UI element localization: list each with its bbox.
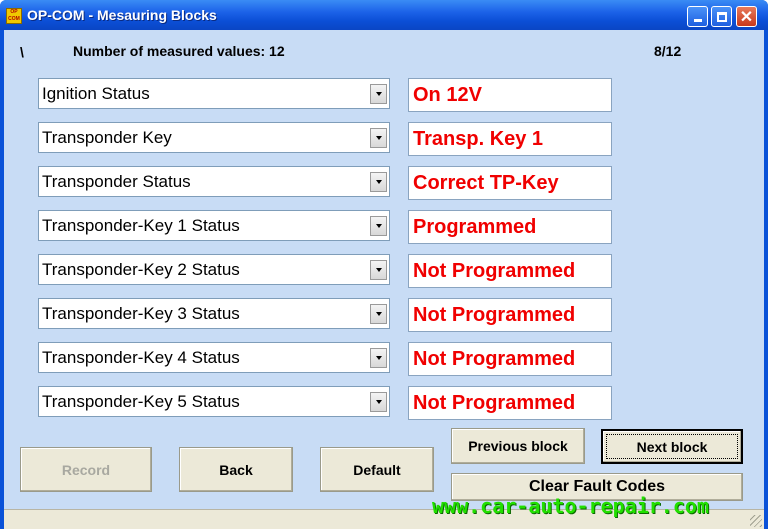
measure-value-2: Transp. Key 1	[408, 122, 612, 156]
record-button[interactable]: Record	[20, 447, 152, 492]
dropdown-arrow-icon[interactable]	[370, 304, 387, 324]
measure-select-2[interactable]: Transponder Key	[38, 122, 390, 153]
measure-row-6: Transponder-Key 3 Status Not Programmed	[4, 298, 764, 332]
measure-value-4: Programmed	[408, 210, 612, 244]
measure-select-6[interactable]: Transponder-Key 3 Status	[38, 298, 390, 329]
measure-select-5[interactable]: Transponder-Key 2 Status	[38, 254, 390, 285]
measure-select-7[interactable]: Transponder-Key 4 Status	[38, 342, 390, 373]
default-button[interactable]: Default	[320, 447, 434, 492]
measure-value-text: Correct TP-Key	[413, 172, 559, 195]
measure-select-label: Transponder-Key 3 Status	[42, 304, 240, 324]
measure-select-label: Transponder-Key 2 Status	[42, 260, 240, 280]
resize-grip-icon[interactable]	[750, 515, 762, 527]
measure-value-text: Not Programmed	[413, 260, 575, 283]
maximize-icon	[717, 12, 727, 22]
measure-select-label: Transponder Key	[42, 128, 172, 148]
dropdown-arrow-icon[interactable]	[370, 260, 387, 280]
measure-row-7: Transponder-Key 4 Status Not Programmed	[4, 342, 764, 376]
measure-select-1[interactable]: Ignition Status	[38, 78, 390, 109]
title-bar[interactable]: OP COM OP-COM - Mesauring Blocks ✕	[0, 0, 768, 30]
measure-value-5: Not Programmed	[408, 254, 612, 288]
measure-select-4[interactable]: Transponder-Key 1 Status	[38, 210, 390, 241]
measuring-blocks-panel: \ Number of measured values: 12 8/12 Ign…	[4, 30, 764, 529]
activity-indicator: \	[20, 44, 24, 60]
close-button[interactable]: ✕	[736, 6, 757, 27]
measure-value-3: Correct TP-Key	[408, 166, 612, 200]
dropdown-arrow-icon[interactable]	[370, 128, 387, 148]
watermark-text: www.car-auto-repair.com	[432, 494, 709, 518]
measure-select-label: Transponder-Key 1 Status	[42, 216, 240, 236]
app-window: OP COM OP-COM - Mesauring Blocks ✕ \ Num…	[0, 0, 768, 529]
measure-value-text: Not Programmed	[413, 392, 575, 415]
measure-value-8: Not Programmed	[408, 386, 612, 420]
back-button[interactable]: Back	[179, 447, 293, 492]
previous-block-button[interactable]: Previous block	[451, 428, 585, 464]
measure-row-2: Transponder Key Transp. Key 1	[4, 122, 764, 156]
minimize-icon	[694, 19, 702, 22]
focus-rectangle	[606, 434, 738, 459]
measure-value-text: Programmed	[413, 216, 536, 239]
minimize-button[interactable]	[687, 6, 708, 27]
measure-row-3: Transponder Status Correct TP-Key	[4, 166, 764, 200]
measure-row-1: Ignition Status On 12V	[4, 78, 764, 112]
dropdown-arrow-icon[interactable]	[370, 172, 387, 192]
dropdown-arrow-icon[interactable]	[370, 216, 387, 236]
measure-value-text: Transp. Key 1	[413, 128, 543, 151]
measure-value-text: Not Programmed	[413, 348, 575, 371]
measure-select-label: Transponder-Key 4 Status	[42, 348, 240, 368]
close-icon: ✕	[740, 7, 753, 27]
dropdown-arrow-icon[interactable]	[370, 392, 387, 412]
opcom-app-icon: OP COM	[6, 8, 22, 24]
measure-select-3[interactable]: Transponder Status	[38, 166, 390, 197]
measure-select-label: Transponder Status	[42, 172, 191, 192]
measure-value-text: Not Programmed	[413, 304, 575, 327]
window-title: OP-COM - Mesauring Blocks	[27, 7, 217, 23]
measure-value-1: On 12V	[408, 78, 612, 112]
measure-select-8[interactable]: Transponder-Key 5 Status	[38, 386, 390, 417]
dropdown-arrow-icon[interactable]	[370, 348, 387, 368]
measure-row-8: Transponder-Key 5 Status Not Programmed	[4, 386, 764, 420]
measure-select-label: Transponder-Key 5 Status	[42, 392, 240, 412]
measure-row-4: Transponder-Key 1 Status Programmed	[4, 210, 764, 244]
measure-value-text: On 12V	[413, 84, 482, 107]
maximize-button[interactable]	[711, 6, 732, 27]
block-page-indicator: 8/12	[654, 43, 681, 59]
dropdown-arrow-icon[interactable]	[370, 84, 387, 104]
measure-value-6: Not Programmed	[408, 298, 612, 332]
measure-select-label: Ignition Status	[42, 84, 150, 104]
measured-values-count: Number of measured values: 12	[73, 43, 285, 59]
next-block-button[interactable]: Next block	[601, 429, 743, 464]
measure-row-5: Transponder-Key 2 Status Not Programmed	[4, 254, 764, 288]
measure-value-7: Not Programmed	[408, 342, 612, 376]
